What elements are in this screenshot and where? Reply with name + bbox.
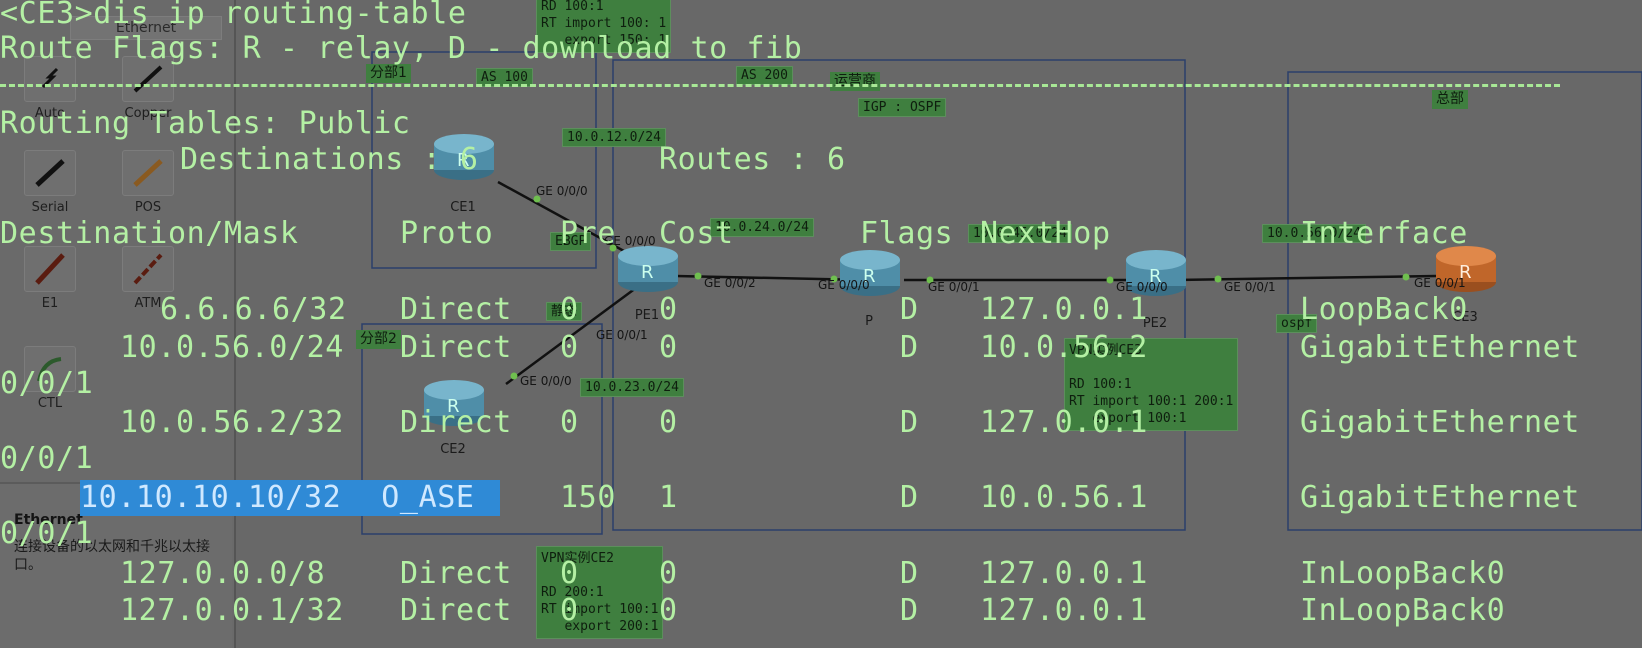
- description-title: Ethernet: [14, 512, 83, 528]
- as200-label: AS 200: [736, 66, 793, 85]
- svg-text:R: R: [457, 150, 470, 171]
- subnet-45-label: 10.0.45.0/24: [968, 224, 1072, 243]
- topology-canvas[interactable]: R R R R R R 分部1 分部2 运营商 总部 AS 100 AS 200…: [236, 0, 1642, 648]
- device-pe1-label: PE1: [634, 308, 660, 323]
- svg-text:R: R: [447, 396, 460, 417]
- igp-label: IGP : OSPF: [858, 98, 947, 117]
- port-label: GE 0/0/1: [1414, 276, 1466, 290]
- palette-item-serial[interactable]: Serial: [10, 150, 90, 215]
- description-text: 连接设备的以太网和千兆以太接口。: [14, 539, 210, 573]
- port-label: GE 0/0/0: [536, 184, 588, 198]
- palette-item-label: Auto: [34, 106, 66, 121]
- device-ce3[interactable]: CE3: [1430, 308, 1500, 325]
- palette-item-label: CTL: [37, 396, 63, 411]
- palette-description-panel: Ethernet 连接设备的以太网和千兆以太接口。: [0, 482, 232, 648]
- zone-carrier-label: 运营商: [830, 72, 880, 91]
- palette-item-atm[interactable]: ATM: [108, 246, 188, 311]
- palette-item-label: POS: [134, 200, 162, 215]
- atm-cable-icon: [122, 246, 174, 292]
- port-label: GE 0/0/0: [818, 278, 870, 292]
- subnet-23-label: 10.0.23.0/24: [580, 378, 684, 397]
- zone-branch2-frame: [361, 323, 603, 535]
- port-label: GE 0/0/1: [928, 280, 980, 294]
- device-pe1[interactable]: PE1: [612, 306, 682, 323]
- serial-cable-icon: [24, 150, 76, 196]
- port-label: GE 0/0/0: [520, 374, 572, 388]
- port-label: GE 0/0/0: [604, 234, 656, 248]
- palette-item-e1[interactable]: E1: [10, 246, 90, 311]
- device-p[interactable]: P: [834, 312, 904, 329]
- ctl-cable-icon: [24, 346, 76, 392]
- screenshot-stage: Ethernet Auto Copper Serial POS E1 ATM C…: [0, 0, 1642, 648]
- vpn-ce3-box: VPN实例CE3 RD 100:1 RT import 100:1 200:1 …: [1064, 338, 1239, 431]
- subnet-24-label: 10.0.24.0/24: [710, 218, 814, 237]
- ebgp-label: EBGP: [550, 232, 592, 251]
- palette-item-label: E1: [41, 296, 59, 311]
- device-ce2[interactable]: CE2: [418, 440, 488, 457]
- svg-text:R: R: [641, 262, 654, 283]
- static-label: 静态: [546, 302, 583, 321]
- palette-item-label: Copper: [124, 106, 172, 121]
- subnet-12-label: 10.0.12.0/24: [562, 128, 666, 147]
- vpn-top-box: RD 100:1 RT import 100: 1 export 150: 1: [536, 0, 672, 53]
- device-ce3-label: CE3: [1452, 310, 1478, 325]
- as100-label: AS 100: [476, 68, 533, 87]
- pos-cable-icon: [122, 150, 174, 196]
- subnet-56-label: 10.0.56.0/24: [1262, 224, 1366, 243]
- palette-item-ctl[interactable]: CTL: [10, 346, 90, 411]
- auto-cable-icon: [24, 56, 76, 102]
- zone-carrier-frame: [612, 59, 1186, 531]
- device-pe2-label: PE2: [1142, 316, 1168, 331]
- port-label: GE 0/0/1: [596, 328, 648, 342]
- device-ce1[interactable]: CE1: [428, 198, 498, 215]
- port-label: GE 0/0/1: [1224, 280, 1276, 294]
- e1-cable-icon: [24, 246, 76, 292]
- device-ce1-label: CE1: [450, 200, 476, 215]
- port-label: GE 0/0/0: [1116, 280, 1168, 294]
- zone-branch2-label: 分部2: [356, 330, 401, 349]
- vpn-ce2-box: VPN实例CE2 RD 200:1 RT import 100:1 export…: [536, 546, 664, 639]
- port-label: GE 0/0/2: [704, 276, 756, 290]
- copper-cable-icon: [122, 56, 174, 102]
- palette-item-copper[interactable]: Copper: [108, 56, 188, 121]
- device-pe2[interactable]: PE2: [1120, 314, 1190, 331]
- palette-category-header[interactable]: Ethernet: [70, 16, 222, 40]
- device-p-label: P: [865, 314, 873, 329]
- zone-hq-frame: [1287, 71, 1642, 531]
- palette-item-label: ATM: [134, 296, 162, 311]
- device-ce2-label: CE2: [440, 442, 466, 457]
- zone-hq-label: 总部: [1432, 90, 1468, 109]
- palette-item-label: Serial: [31, 200, 69, 215]
- device-palette: Ethernet Auto Copper Serial POS E1 ATM C…: [0, 0, 236, 648]
- zone-branch1-label: 分部1: [366, 64, 411, 83]
- palette-item-auto[interactable]: Auto: [10, 56, 90, 121]
- palette-item-pos[interactable]: POS: [108, 150, 188, 215]
- ospf-label: ospf: [1276, 314, 1318, 333]
